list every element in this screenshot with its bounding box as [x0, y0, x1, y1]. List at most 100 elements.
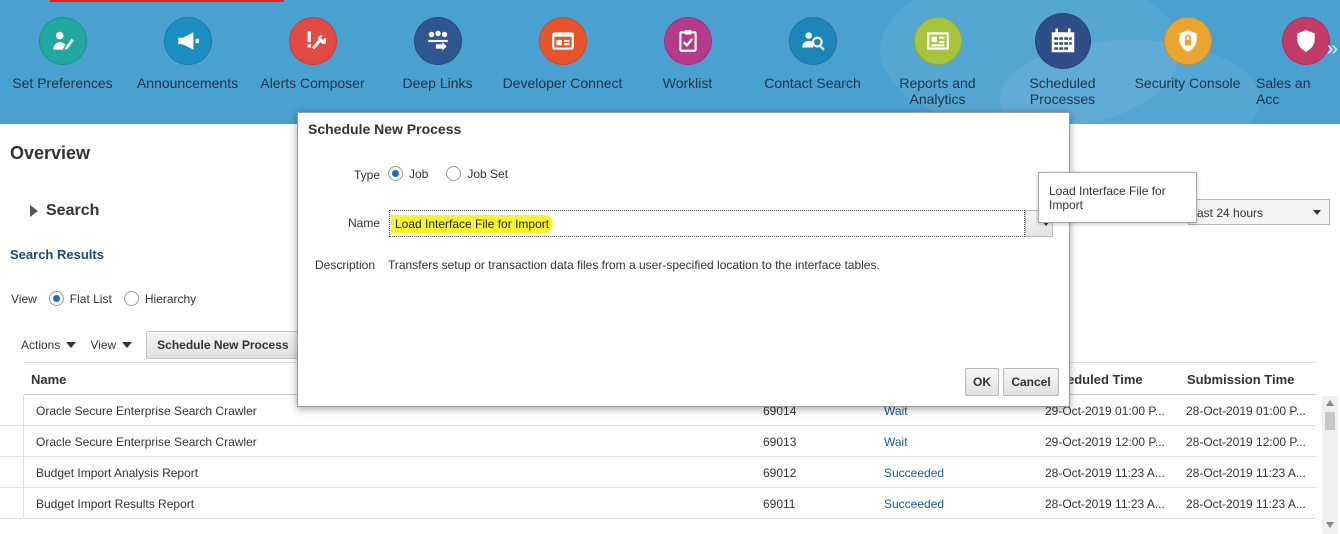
row-status-link[interactable]: Succeeded: [884, 497, 944, 511]
page-title: Overview: [10, 143, 91, 163]
hierarchy-label: Hierarchy: [144, 291, 197, 306]
reports-icon: [913, 17, 962, 65]
calendar-icon: [1034, 13, 1091, 69]
tile-label: Alerts Composer: [260, 75, 365, 91]
alert-wrench-icon: [288, 17, 337, 65]
row-process-id: 69013: [763, 435, 797, 449]
tile-label: Deep Links: [402, 75, 473, 91]
row-name: Budget Import Results Report: [36, 497, 195, 511]
tile-deep-links[interactable]: Deep Links: [375, 17, 500, 91]
launcher-next-icon[interactable]: »: [1327, 38, 1338, 61]
column-header-submission-time[interactable]: Submission Time: [1187, 372, 1294, 387]
deep-links-icon: [413, 17, 462, 65]
type-job-label: Job: [409, 166, 429, 181]
type-label: Type: [354, 168, 381, 182]
type-job-radio[interactable]: [388, 166, 403, 181]
tile-label: Set Preferences: [12, 75, 113, 91]
actions-label: Actions: [21, 338, 61, 352]
table-row[interactable]: Budget Import Results Report 69011 Succe…: [0, 488, 1316, 519]
tile-contact-search[interactable]: Contact Search: [750, 17, 875, 91]
row-selector[interactable]: [10, 426, 24, 457]
row-name: Oracle Secure Enterprise Search Crawler: [36, 404, 257, 418]
time-range-select[interactable]: ast 24 hours: [1188, 199, 1330, 225]
chevron-down-icon: [1313, 210, 1321, 215]
flat-list-label: Flat List: [69, 291, 112, 306]
set-preferences-icon: [38, 17, 87, 65]
chevron-down-icon: [66, 342, 77, 348]
flat-list-radio[interactable]: [48, 291, 64, 306]
actions-menu[interactable]: Actions: [21, 338, 77, 352]
scroll-up-icon[interactable]: [1326, 400, 1334, 406]
type-radio-group: Job Job Set: [388, 166, 526, 181]
tile-label: Reports and Analytics: [899, 75, 976, 107]
shield-lock-icon: [1163, 17, 1212, 65]
search-results-heading: Search Results: [10, 247, 104, 262]
tile-label: Announcements: [136, 75, 239, 91]
name-label: Name: [348, 216, 381, 230]
row-scheduled-time: 29-Oct-2019 12:00 P...: [1045, 435, 1165, 449]
contact-search-icon: [788, 17, 837, 65]
row-status-link[interactable]: Wait: [884, 435, 908, 449]
tile-label: Contact Search: [764, 75, 861, 91]
row-selector[interactable]: [10, 395, 24, 426]
tile-developer-connect[interactable]: Developer Connect: [500, 17, 625, 91]
tile-security-console[interactable]: Security Console: [1125, 17, 1250, 91]
column-header-name[interactable]: Name: [31, 372, 66, 387]
name-suggestion-tooltip[interactable]: Load Interface File for Import: [1038, 172, 1197, 223]
scroll-thumb[interactable]: [1325, 412, 1335, 430]
tile-announcements[interactable]: Announcements: [125, 17, 250, 91]
search-label: Search: [46, 202, 100, 219]
tile-alerts-composer[interactable]: Alerts Composer: [250, 17, 375, 91]
schedule-new-process-button[interactable]: Schedule New Process: [146, 331, 300, 359]
column-header-scheduled-time[interactable]: eduled Time: [1067, 372, 1143, 387]
view-mode-group: View Flat List Hierarchy: [11, 291, 196, 306]
developer-connect-icon: [538, 17, 587, 65]
tile-label: Sales an Acc: [1256, 75, 1311, 107]
accent-bar: [50, 0, 284, 2]
row-submission-time: 28-Oct-2019 11:23 A...: [1186, 466, 1306, 480]
time-range-value: ast 24 hours: [1197, 206, 1264, 220]
tile-label: Security Console: [1134, 75, 1241, 91]
row-selector[interactable]: [10, 457, 24, 488]
row-name: Budget Import Analysis Report: [36, 466, 199, 480]
type-job-set-radio[interactable]: [446, 166, 462, 181]
row-selector[interactable]: [10, 488, 24, 519]
tile-label: Scheduled Processes: [1029, 75, 1096, 107]
tile-reports-and-analytics[interactable]: Reports and Analytics: [875, 17, 1000, 107]
table-row[interactable]: Budget Import Analysis Report 69012 Succ…: [0, 457, 1316, 488]
scroll-down-icon[interactable]: [1326, 522, 1334, 528]
expand-triangle-icon: [30, 205, 38, 217]
table-scrollbar[interactable]: [1322, 396, 1338, 534]
row-submission-time: 28-Oct-2019 12:00 P...: [1186, 435, 1306, 449]
ok-button[interactable]: OK: [965, 368, 999, 396]
search-disclosure[interactable]: Search: [30, 202, 99, 220]
tile-sales-and-accounts[interactable]: Sales an Acc: [1250, 17, 1340, 107]
description-label: Description: [315, 258, 376, 272]
tile-set-preferences[interactable]: Set Preferences: [0, 17, 125, 91]
sales-icon: [1282, 17, 1330, 65]
table-row[interactable]: Oracle Secure Enterprise Search Crawler …: [0, 426, 1316, 457]
row-submission-time: 28-Oct-2019 11:23 A...: [1186, 497, 1306, 511]
row-name: Oracle Secure Enterprise Search Crawler: [36, 435, 257, 449]
megaphone-icon: [163, 17, 212, 65]
view-label: View: [11, 291, 37, 306]
type-job-set-label: Job Set: [467, 166, 509, 181]
dialog-title: Schedule New Process: [308, 121, 462, 137]
row-process-id: 69011: [763, 497, 796, 511]
description-value: Transfers setup or transaction data file…: [388, 258, 880, 272]
tile-label: Developer Connect: [502, 75, 623, 91]
view-menu[interactable]: View: [90, 338, 133, 352]
tile-scheduled-processes[interactable]: Scheduled Processes: [1000, 13, 1125, 107]
tile-worklist[interactable]: Worklist: [625, 17, 750, 91]
row-status-link[interactable]: Succeeded: [884, 466, 944, 480]
row-scheduled-time: 28-Oct-2019 11:23 A...: [1045, 466, 1165, 480]
row-submission-time: 28-Oct-2019 01:00 P...: [1186, 404, 1306, 418]
name-input[interactable]: Load Interface File for Import: [389, 210, 1025, 237]
hierarchy-radio[interactable]: [123, 291, 139, 306]
name-input-value: Load Interface File for Import: [391, 215, 554, 233]
clipboard-check-icon: [663, 17, 712, 65]
schedule-new-process-dialog: Schedule New Process Type Job Job Set Na…: [297, 112, 1070, 407]
launcher-band: Set Preferences Announcements Alerts Com…: [0, 0, 1340, 124]
cancel-button[interactable]: Cancel: [1003, 368, 1059, 396]
view-menu-label: View: [90, 338, 117, 352]
